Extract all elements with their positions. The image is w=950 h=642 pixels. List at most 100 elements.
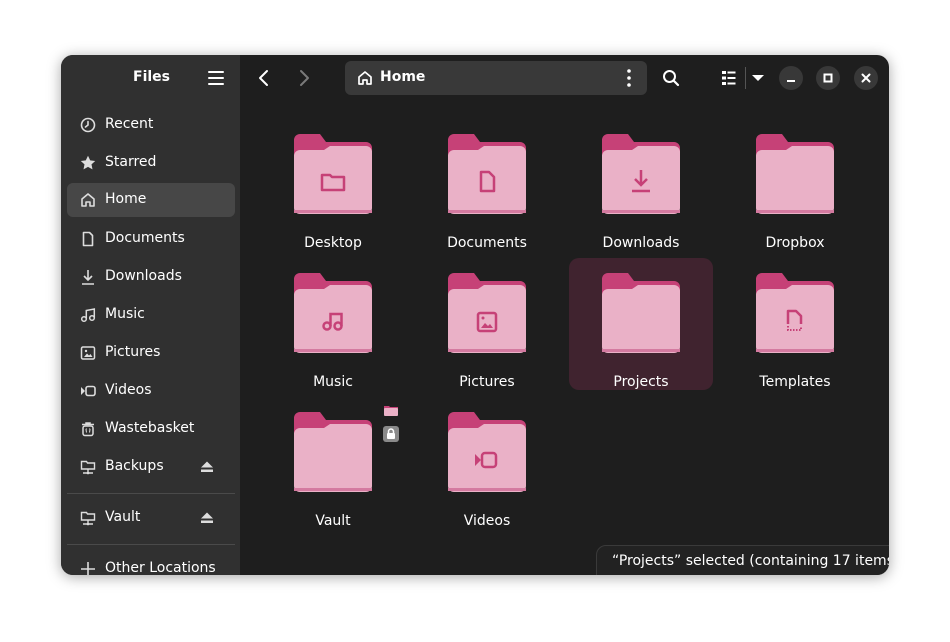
folder-icon <box>756 134 834 214</box>
sidebar-item-home[interactable]: Home <box>67 183 235 217</box>
sidebar-item-label: Other Locations <box>105 560 216 575</box>
sidebar-item-wastebasket[interactable]: Wastebasket <box>67 412 235 446</box>
status-text: “Projects” selected (containing 17 items… <box>612 553 889 569</box>
video-camera-icon <box>81 385 96 397</box>
folder-name: Videos <box>463 513 511 529</box>
files-window: Files Recent Starred Home Documents Down… <box>61 55 889 575</box>
folder-name: Downloads <box>602 235 680 251</box>
minimize-icon <box>787 80 795 82</box>
folder-name: Vault <box>315 513 351 529</box>
folder-name: Dropbox <box>765 235 825 251</box>
folder-icon <box>448 273 526 353</box>
chevron-right-icon <box>300 70 309 86</box>
folder-icon <box>602 134 680 214</box>
main-menu-button[interactable] <box>208 71 224 85</box>
sidebar-item-label: Vault <box>105 509 141 525</box>
folder-dropbox[interactable]: Dropbox <box>723 126 867 258</box>
chevron-left-icon <box>259 70 268 86</box>
sidebar-header: Files <box>61 55 240 101</box>
folder-name: Documents <box>447 235 527 251</box>
sidebar-item-pictures[interactable]: Pictures <box>67 336 235 370</box>
sidebar-item-label: Starred <box>105 154 157 170</box>
sidebar-item-label: Wastebasket <box>105 420 195 436</box>
sidebar-item-other-locations[interactable]: Other Locations <box>67 552 235 575</box>
forward-button[interactable] <box>290 64 318 92</box>
network-drive-icon <box>80 511 96 526</box>
list-view-icon <box>722 71 736 85</box>
folder-icon <box>294 412 372 492</box>
path-label[interactable]: Home <box>380 69 425 85</box>
folder-pictures[interactable]: Pictures <box>415 265 559 397</box>
trash-icon <box>82 422 94 437</box>
folder-templates[interactable]: Templates <box>723 265 867 397</box>
sidebar-item-documents[interactable]: Documents <box>67 222 235 256</box>
sidebar-item-downloads[interactable]: Downloads <box>67 260 235 294</box>
sidebar-item-videos[interactable]: Videos <box>67 374 235 408</box>
folder-name: Music <box>313 374 353 390</box>
sidebar-item-label: Home <box>105 191 147 207</box>
folder-downloads[interactable]: Downloads <box>569 126 713 258</box>
folder-projects[interactable]: Projects <box>569 258 713 390</box>
network-drive-icon <box>80 460 96 475</box>
sidebar-item-label: Videos <box>105 382 152 398</box>
folder-name: Desktop <box>304 235 362 251</box>
maximize-icon <box>823 73 833 83</box>
sidebar-item-backups[interactable]: Backups <box>67 450 235 484</box>
close-button[interactable] <box>854 66 878 90</box>
back-button[interactable] <box>250 64 278 92</box>
sidebar-item-label: Downloads <box>105 268 182 284</box>
sidebar-item-starred[interactable]: Starred <box>67 146 235 180</box>
sidebar-separator <box>67 493 235 494</box>
kebab-menu-icon[interactable] <box>621 68 637 88</box>
lock-badge-icon <box>383 426 399 442</box>
header-bar: Home <box>240 55 889 101</box>
download-icon <box>82 270 94 285</box>
folder-name: Pictures <box>459 374 515 390</box>
folder-icon <box>294 273 372 353</box>
sidebar-item-label: Backups <box>105 458 164 474</box>
music-icon <box>80 308 96 323</box>
sidebar-item-label: Pictures <box>105 344 161 360</box>
folder-videos[interactable]: Videos <box>415 404 559 536</box>
home-icon <box>358 71 372 85</box>
close-icon <box>861 73 871 83</box>
hamburger-line <box>208 83 224 85</box>
folder-name: Templates <box>759 374 831 390</box>
maximize-button[interactable] <box>816 66 840 90</box>
minimize-button[interactable] <box>779 66 803 90</box>
eject-icon[interactable] <box>200 511 214 525</box>
folder-music[interactable]: Music <box>261 265 405 397</box>
search-button[interactable] <box>657 64 685 92</box>
picture-icon <box>80 346 96 360</box>
eject-icon[interactable] <box>200 460 214 474</box>
sidebar-item-label: Music <box>105 306 145 322</box>
view-options-dropdown[interactable] <box>744 64 772 92</box>
sidebar-item-label: Documents <box>105 230 185 246</box>
clock-icon <box>80 117 96 133</box>
star-icon <box>80 155 96 170</box>
folder-icon <box>756 273 834 353</box>
sidebar-item-label: Recent <box>105 116 154 132</box>
folder-icon <box>448 412 526 492</box>
hamburger-line <box>208 77 224 79</box>
folder-name: Projects <box>613 374 669 390</box>
status-overlay: “Projects” selected (containing 17 items… <box>596 545 889 575</box>
folder-documents[interactable]: Documents <box>415 126 559 258</box>
folder-vault[interactable]: Vault <box>261 404 405 536</box>
sidebar-item-music[interactable]: Music <box>67 298 235 332</box>
folder-icon <box>448 134 526 214</box>
folder-desktop[interactable]: Desktop <box>261 126 405 258</box>
view-toggle-button[interactable] <box>715 64 743 92</box>
sidebar-item-recent[interactable]: Recent <box>67 108 235 142</box>
folder-icon <box>294 134 372 214</box>
home-icon <box>81 193 95 207</box>
sidebar: Files Recent Starred Home Documents Down… <box>61 55 240 575</box>
folder-badge-icon <box>384 406 398 416</box>
plus-icon <box>81 562 95 575</box>
folder-icon <box>602 273 680 353</box>
document-icon <box>82 231 94 247</box>
path-bar[interactable]: Home <box>345 61 647 95</box>
hamburger-menu-icon <box>208 71 224 73</box>
dropdown-arrow-icon <box>752 75 764 81</box>
sidebar-item-vault[interactable]: Vault <box>67 501 235 535</box>
